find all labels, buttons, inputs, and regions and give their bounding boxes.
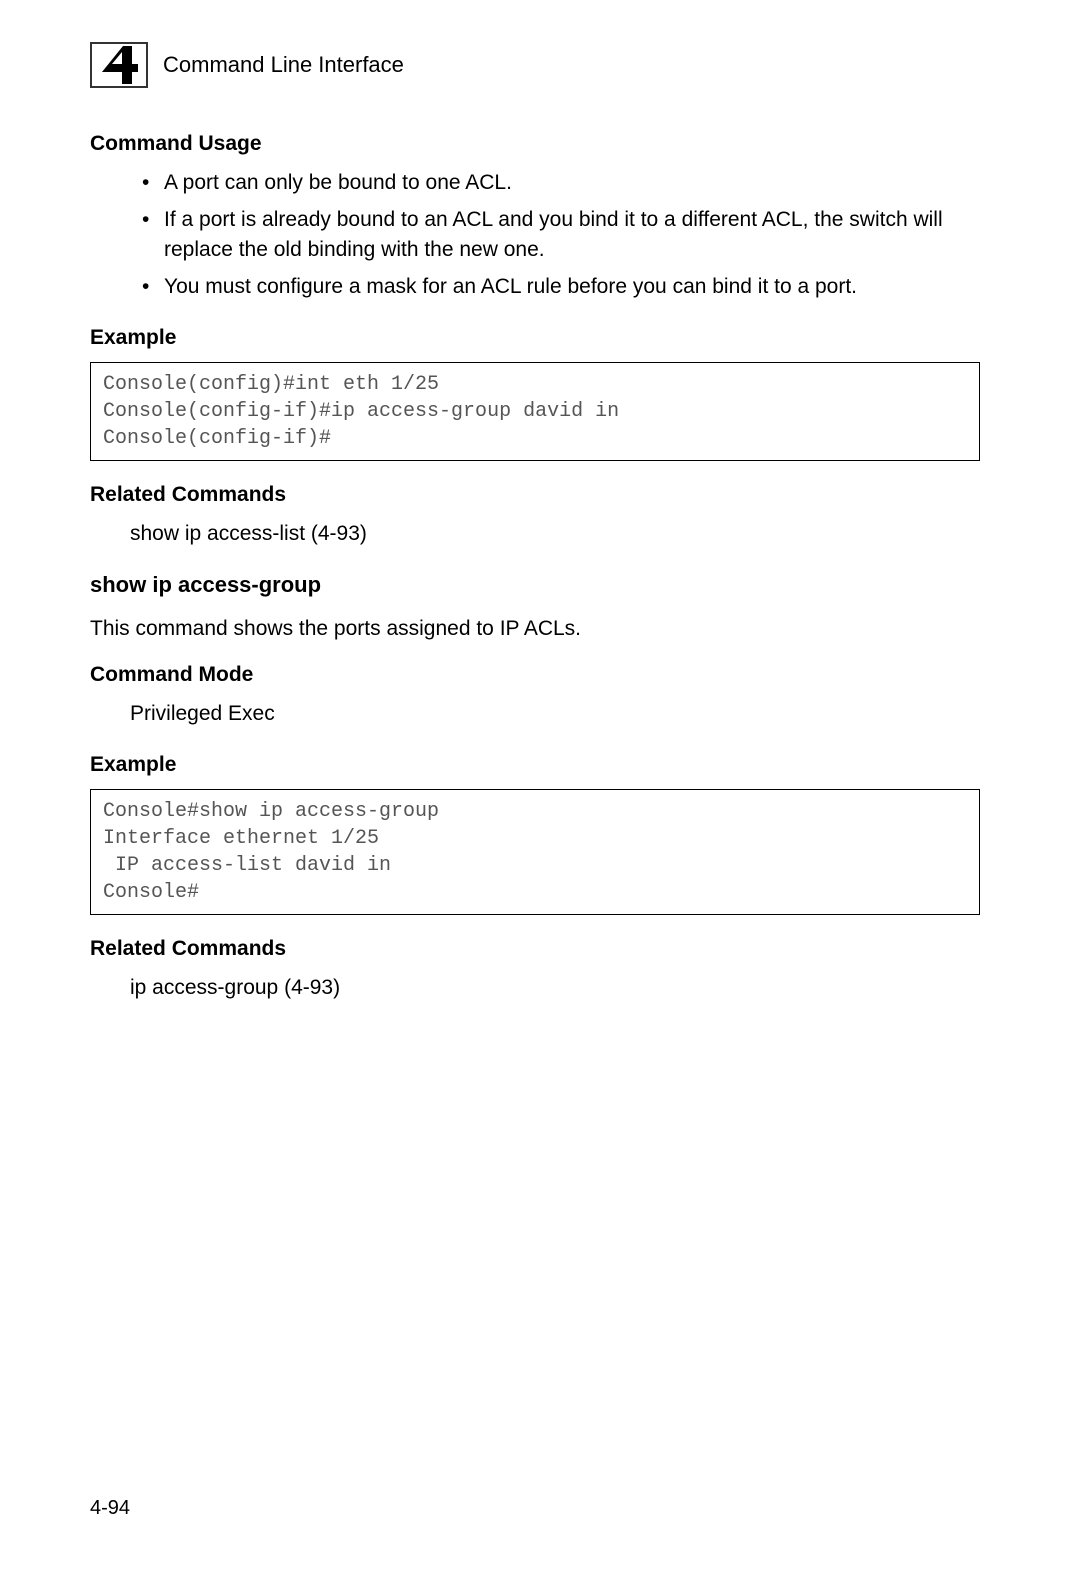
command-usage-list: A port can only be bound to one ACL. If … (90, 168, 980, 302)
chapter-number-icon (90, 42, 148, 88)
example-code-block: Console#show ip access-group Interface e… (90, 789, 980, 915)
usage-bullet: If a port is already bound to an ACL and… (142, 205, 980, 264)
example-heading: Example (90, 326, 980, 350)
show-ip-access-group-section: show ip access-group This command shows … (90, 572, 980, 1002)
example-code-block: Console(config)#int eth 1/25 Console(con… (90, 362, 980, 461)
command-usage-heading: Command Usage (90, 132, 980, 156)
header-title: Command Line Interface (163, 52, 404, 78)
command-title: show ip access-group (90, 572, 980, 598)
page-number: 4-94 (90, 1497, 130, 1520)
page-header: Command Line Interface (90, 42, 980, 88)
command-usage-section: Command Usage A port can only be bound t… (90, 132, 980, 548)
related-commands-text: show ip access-list (4-93) (130, 519, 980, 548)
command-description: This command shows the ports assigned to… (90, 614, 980, 643)
command-mode-text: Privileged Exec (130, 699, 980, 728)
command-mode-heading: Command Mode (90, 663, 980, 687)
usage-bullet: A port can only be bound to one ACL. (142, 168, 980, 197)
usage-bullet: You must configure a mask for an ACL rul… (142, 272, 980, 301)
example-heading: Example (90, 753, 980, 777)
related-commands-text: ip access-group (4-93) (130, 973, 980, 1002)
related-commands-heading: Related Commands (90, 483, 980, 507)
related-commands-heading: Related Commands (90, 937, 980, 961)
